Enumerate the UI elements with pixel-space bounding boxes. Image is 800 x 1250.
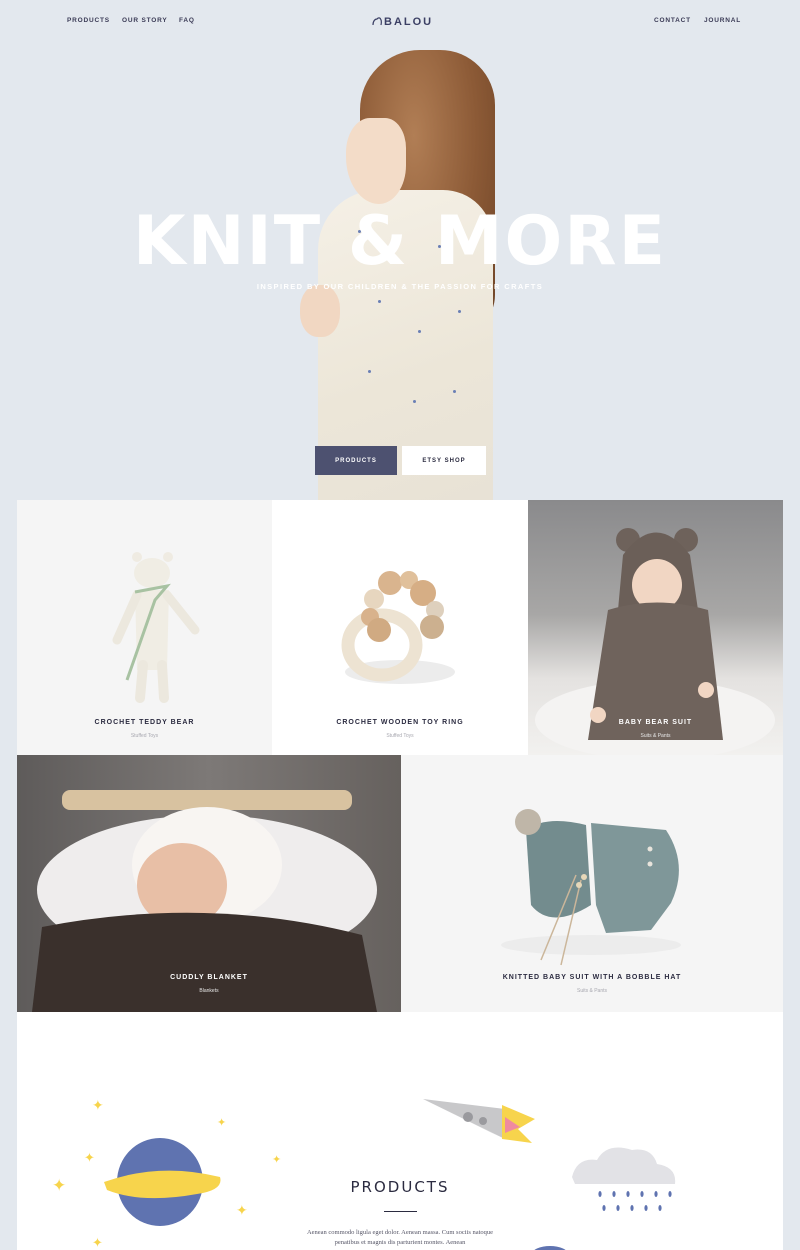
products-section-text: Aenean commodo ligula eget dolor. Aenean… <box>306 1229 494 1246</box>
etsy-shop-button[interactable]: ETSY SHOP <box>402 446 486 475</box>
teddy-bear-image <box>112 552 200 703</box>
product-card-teddy-bear[interactable]: CROCHET TEDDY BEAR Stuffed Toys <box>17 500 272 755</box>
top-navigation: PRODUCTS OUR STORY FAQ BALOU CONTACT JOU… <box>0 0 800 42</box>
star-icon: ✦ <box>92 1235 103 1250</box>
brand-name: BALOU <box>384 16 434 28</box>
product-category: Blankets <box>199 988 219 994</box>
hero-section: KNIT & MORE INSPIRED BY OUR CHILDREN & T… <box>0 0 800 500</box>
nav-link-faq[interactable]: FAQ <box>179 17 195 24</box>
title-divider <box>384 1211 417 1212</box>
nav-link-products[interactable]: PRODUCTS <box>67 17 110 24</box>
product-title: KNITTED BABY SUIT WITH A BOBBLE HAT <box>502 974 682 981</box>
hero-title: KNIT & MORE <box>132 202 668 281</box>
product-category: Stuffed Toys <box>130 733 159 739</box>
product-title: BABY BEAR SUIT <box>618 719 693 726</box>
star-icon: ✦ <box>236 1202 248 1218</box>
hero-subtitle: INSPIRED BY OUR CHILDREN & THE PASSION F… <box>256 282 544 291</box>
product-card-knitted-baby-suit[interactable]: KNITTED BABY SUIT WITH A BOBBLE HAT Suit… <box>401 755 783 1012</box>
products-intro-section: ✦ ✦ ✦ ✦ ✦ ✦ ✦ PRODUCTS Aenean commodo li… <box>17 1012 783 1250</box>
nav-link-contact[interactable]: CONTACT <box>654 17 691 24</box>
baby-bear-suit-image <box>535 528 775 755</box>
product-card-baby-bear-suit[interactable]: BABY BEAR SUIT Suits & Pants <box>528 500 783 755</box>
product-card-cuddly-blanket[interactable]: CUDDLY BLANKET Blankets <box>17 755 401 1012</box>
product-category: Stuffed Toys <box>386 733 414 739</box>
star-icon: ✦ <box>272 1154 282 1166</box>
product-title: CROCHET WOODEN TOY RING <box>336 719 464 726</box>
star-icon: ✦ <box>217 1117 227 1129</box>
product-category: Suits & Pants <box>640 733 671 739</box>
nav-link-our-story[interactable]: OUR STORY <box>122 17 167 24</box>
products-button[interactable]: PRODUCTS <box>315 446 397 475</box>
products-section-title: PRODUCTS <box>350 1178 450 1196</box>
hero-photo-hand <box>300 285 340 337</box>
bear-icon <box>372 13 382 31</box>
brand-logo[interactable]: BALOU <box>372 13 433 31</box>
star-icon: ✦ <box>84 1150 95 1165</box>
star-icon: ✦ <box>92 1097 104 1113</box>
product-category: Suits & Pants <box>576 988 607 994</box>
product-title: CROCHET TEDDY BEAR <box>94 719 195 726</box>
rocket-icon <box>423 1099 535 1143</box>
product-card-toy-ring[interactable]: CROCHET WOODEN TOY RING Stuffed Toys <box>272 500 528 755</box>
planet-partial-icon <box>534 1246 566 1250</box>
product-title: CUDDLY BLANKET <box>170 974 248 981</box>
toy-ring-image <box>341 571 455 684</box>
nav-link-journal[interactable]: JOURNAL <box>704 17 741 24</box>
